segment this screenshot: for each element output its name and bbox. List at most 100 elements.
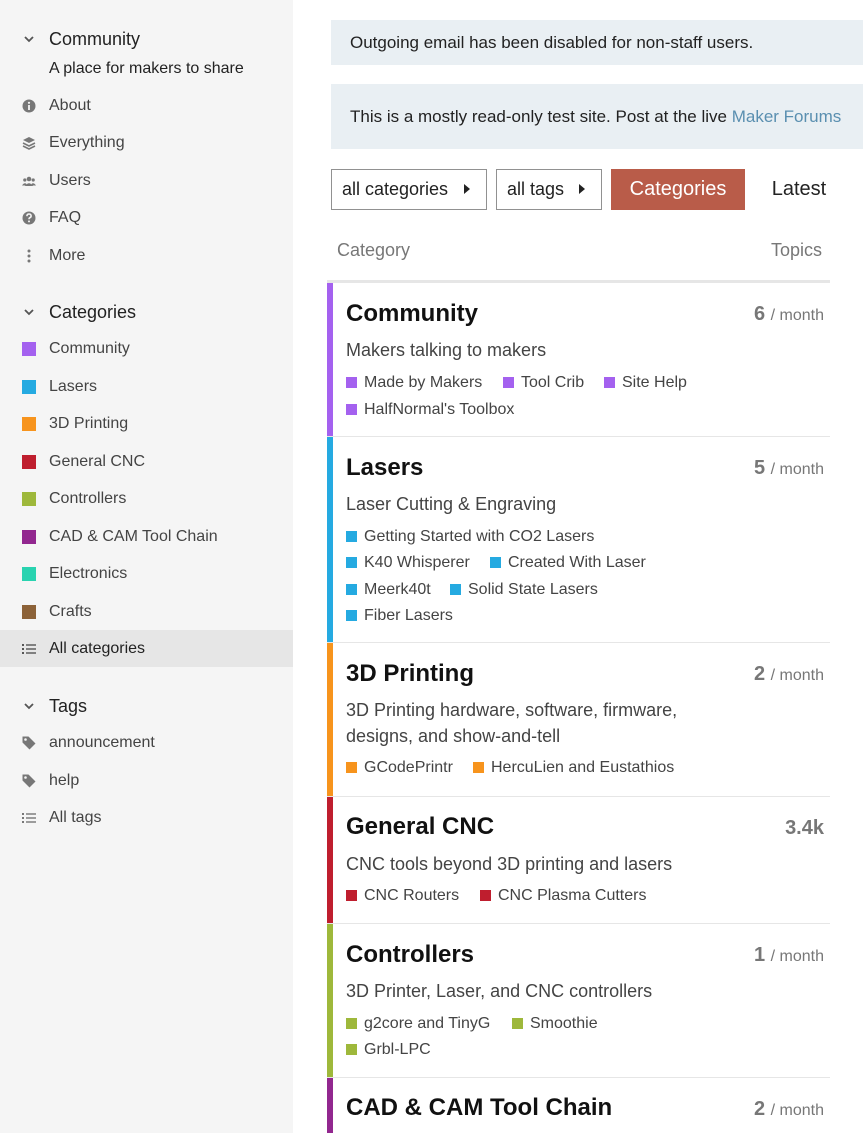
subcategory-label: Solid State Lasers	[468, 581, 598, 598]
sidebar-item-category-general-cnc[interactable]: General CNC	[0, 443, 293, 480]
category-color-swatch	[22, 567, 36, 581]
category-description: Makers talking to makers	[346, 340, 547, 360]
sidebar-item-category-lasers[interactable]: Lasers	[0, 368, 293, 405]
subcategory-label: Grbl-LPC	[364, 1041, 431, 1058]
subcategory-link[interactable]: CNC Plasma Cutters	[480, 887, 646, 905]
category-color-bar	[327, 924, 333, 1077]
sidebar-item-category-crafts[interactable]: Crafts	[0, 593, 293, 630]
nav-tab-categories[interactable]: Categories	[611, 169, 745, 210]
column-header-topics: Topics	[771, 240, 823, 260]
subcategory-swatch	[346, 890, 357, 901]
category-name[interactable]: Controllers	[346, 941, 474, 969]
sidebar-item-label: announcement	[49, 734, 155, 751]
subcategory-link[interactable]: Created With Laser	[490, 554, 646, 572]
question-icon	[22, 211, 36, 225]
maker-forums-link[interactable]: Maker Forums	[732, 107, 842, 126]
sidebar-section-description: A place for makers to share	[49, 60, 244, 77]
users-icon	[22, 176, 36, 186]
category-row-lasers[interactable]: Lasers 5 / month Laser Cutting & Engravi…	[327, 437, 830, 643]
tag-icon	[22, 774, 36, 788]
sidebar-item-about[interactable]: About	[0, 87, 293, 124]
category-row-3d-printing[interactable]: 3D Printing 2 / month 3D Printing hardwa…	[327, 643, 830, 797]
sidebar-item-all-categories[interactable]: All categories	[0, 630, 293, 667]
topics-unit: / month	[770, 307, 824, 324]
tags-filter-dropdown[interactable]: all tags	[496, 169, 602, 210]
chevron-down-icon	[24, 36, 34, 43]
subcategory-link[interactable]: HercuLien and Eustathios	[473, 759, 674, 777]
subcategory-link[interactable]: GCodePrintr	[346, 759, 453, 777]
sidebar-item-category-electronics[interactable]: Electronics	[0, 555, 293, 592]
category-name[interactable]: Lasers	[346, 454, 423, 482]
subcategory-swatch	[490, 557, 501, 568]
topics-stat: 3.4k	[785, 817, 824, 840]
sidebar-section-community-header[interactable]: Community	[0, 24, 293, 54]
sidebar-item-category-3d-printing[interactable]: 3D Printing	[0, 405, 293, 442]
subcategory-link[interactable]: Smoothie	[512, 1015, 598, 1033]
category-row-cad-cam[interactable]: CAD & CAM Tool Chain 2 / month	[327, 1078, 830, 1133]
category-color-swatch	[22, 492, 36, 506]
sidebar-item-label: All categories	[49, 640, 146, 657]
sidebar-item-category-controllers[interactable]: Controllers	[0, 480, 293, 517]
subcategory-swatch	[346, 531, 357, 542]
sidebar-item-more[interactable]: More	[0, 237, 293, 274]
subcategory-swatch	[450, 584, 461, 595]
subcategory-link[interactable]: Site Help	[604, 374, 687, 392]
category-name[interactable]: Community	[346, 300, 478, 328]
topics-count: 3.4k	[785, 817, 824, 839]
subcategory-label: g2core and TinyG	[364, 1015, 491, 1032]
subcategory-link[interactable]: Grbl-LPC	[346, 1041, 431, 1059]
subcategory-link[interactable]: Meerk40t	[346, 581, 431, 599]
banner-text: Outgoing email has been disabled for non…	[350, 33, 754, 52]
subcategory-link[interactable]: Fiber Lasers	[346, 607, 453, 625]
category-color-bar	[327, 643, 333, 796]
category-description: CNC tools beyond 3D printing and lasers	[346, 854, 673, 874]
caret-right-icon	[579, 184, 585, 194]
category-name[interactable]: General CNC	[346, 813, 494, 841]
topics-stat: 1 / month	[754, 944, 824, 967]
category-name[interactable]: CAD & CAM Tool Chain	[346, 1094, 612, 1122]
topics-stat: 5 / month	[754, 457, 824, 480]
category-row-community[interactable]: Community 6 / month Makers talking to ma…	[327, 283, 830, 437]
sidebar-item-users[interactable]: Users	[0, 162, 293, 199]
subcategory-link[interactable]: CNC Routers	[346, 887, 459, 905]
subcategory-link[interactable]: Solid State Lasers	[450, 581, 598, 599]
list-icon	[22, 644, 36, 654]
subcategory-link[interactable]: HalfNormal's Toolbox	[346, 401, 514, 419]
topics-unit: / month	[770, 667, 824, 684]
banner-text: This is a mostly read-only test site. Po…	[350, 107, 732, 126]
category-name[interactable]: 3D Printing	[346, 660, 474, 688]
sidebar-section-categories-header[interactable]: Categories	[0, 297, 293, 327]
sidebar-item-faq[interactable]: FAQ	[0, 199, 293, 236]
sidebar-item-label: Lasers	[49, 378, 98, 395]
subcategory-swatch	[346, 762, 357, 773]
topics-count: 6	[753, 303, 766, 325]
subcategory-link[interactable]: Tool Crib	[503, 374, 584, 392]
category-row-controllers[interactable]: Controllers 1 / month 3D Printer, Laser,…	[327, 924, 830, 1078]
sidebar-item-everything[interactable]: Everything	[0, 124, 293, 161]
sidebar-item-category-cad-cam[interactable]: CAD & CAM Tool Chain	[0, 518, 293, 555]
subcategory-label: Site Help	[622, 374, 687, 391]
topics-stat: 2 / month	[754, 663, 824, 686]
subcategory-link[interactable]: K40 Whisperer	[346, 554, 470, 572]
sidebar-item-category-community[interactable]: Community	[0, 330, 293, 367]
subcategory-link[interactable]: Made by Makers	[346, 374, 482, 392]
caret-right-icon	[464, 184, 470, 194]
category-description: 3D Printer, Laser, and CNC controllers	[346, 981, 653, 1001]
subcategory-label: Fiber Lasers	[364, 607, 453, 624]
category-row-general-cnc[interactable]: General CNC 3.4k CNC tools beyond 3D pri…	[327, 797, 830, 924]
ellipsis-vertical-icon	[27, 249, 31, 263]
subcategory-label: CNC Plasma Cutters	[498, 887, 647, 904]
sidebar-section-tags-header[interactable]: Tags	[0, 691, 293, 721]
sidebar-item-tag-announcement[interactable]: announcement	[0, 724, 293, 761]
topics-stat: 6 / month	[754, 303, 824, 326]
sidebar-item-tag-help[interactable]: help	[0, 762, 293, 799]
categories-filter-dropdown[interactable]: all categories	[331, 169, 487, 210]
topics-count: 5	[753, 457, 766, 479]
subcategory-link[interactable]: Getting Started with CO2 Lasers	[346, 528, 594, 546]
nav-tab-latest[interactable]: Latest	[760, 169, 838, 210]
subcategory-label: Created With Laser	[508, 554, 646, 571]
subcategory-link[interactable]: g2core and TinyG	[346, 1015, 490, 1033]
sidebar-item-all-tags[interactable]: All tags	[0, 799, 293, 836]
sidebar-section-title: Tags	[49, 696, 88, 716]
sidebar-item-label: help	[49, 772, 80, 789]
